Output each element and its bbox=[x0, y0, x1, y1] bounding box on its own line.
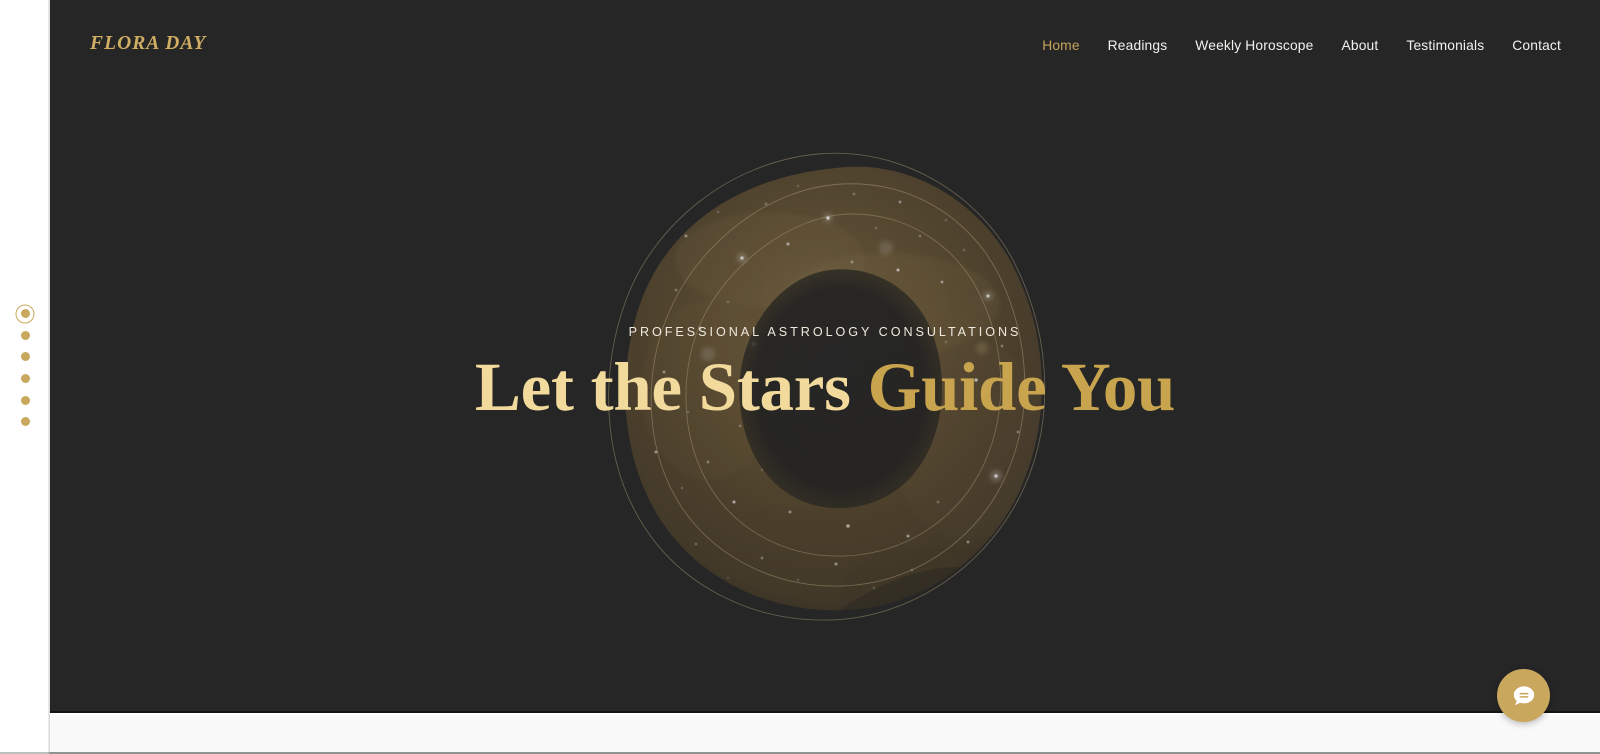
page-dot-1[interactable] bbox=[14, 303, 36, 325]
nav-link-contact[interactable]: Contact bbox=[1510, 36, 1563, 55]
hero-headline-part-a: Let the Stars bbox=[474, 349, 868, 425]
nav-link-testimonials[interactable]: Testimonials bbox=[1404, 36, 1486, 55]
page-dot-icon bbox=[20, 330, 30, 340]
site-header: FLORA DAY Home Readings Weekly Horoscope… bbox=[50, 0, 1600, 92]
hero-copy: PROFESSIONAL ASTROLOGY CONSULTATIONS Let… bbox=[50, 325, 1600, 422]
page-dot-2[interactable] bbox=[14, 325, 36, 347]
celestial-starfield-blob bbox=[590, 140, 1070, 630]
nav-link-home[interactable]: Home bbox=[1040, 36, 1081, 55]
main-navigation: Home Readings Weekly Horoscope About Tes… bbox=[1040, 36, 1563, 55]
page-dot-active-ring-icon bbox=[15, 304, 35, 324]
next-section bbox=[50, 715, 1600, 754]
nav-link-readings[interactable]: Readings bbox=[1106, 36, 1170, 55]
page-dot-6[interactable] bbox=[14, 411, 36, 433]
page-dot-navigation bbox=[0, 303, 50, 433]
browser-viewport: FLORA DAY Home Readings Weekly Horoscope… bbox=[0, 0, 1600, 754]
page-dot-icon bbox=[20, 352, 30, 362]
nav-link-weekly-horoscope[interactable]: Weekly Horoscope bbox=[1193, 36, 1315, 55]
page-dot-icon bbox=[20, 417, 30, 427]
chat-widget-button[interactable] bbox=[1497, 669, 1550, 722]
chat-bubble-icon bbox=[1513, 685, 1534, 705]
page-dot-4[interactable] bbox=[14, 368, 36, 390]
page-dot-5[interactable] bbox=[14, 389, 36, 411]
page-dot-icon bbox=[20, 374, 30, 384]
site-logo[interactable]: FLORA DAY bbox=[90, 33, 206, 55]
hero-headline: Let the Stars Guide You bbox=[50, 353, 1600, 422]
page-dot-icon bbox=[20, 395, 30, 405]
page-dot-3[interactable] bbox=[14, 346, 36, 368]
hero-headline-part-b: Guide You bbox=[867, 349, 1176, 425]
nav-link-about[interactable]: About bbox=[1339, 36, 1380, 55]
hero-section: FLORA DAY Home Readings Weekly Horoscope… bbox=[50, 0, 1600, 713]
hero-eyebrow: PROFESSIONAL ASTROLOGY CONSULTATIONS bbox=[628, 325, 1022, 339]
